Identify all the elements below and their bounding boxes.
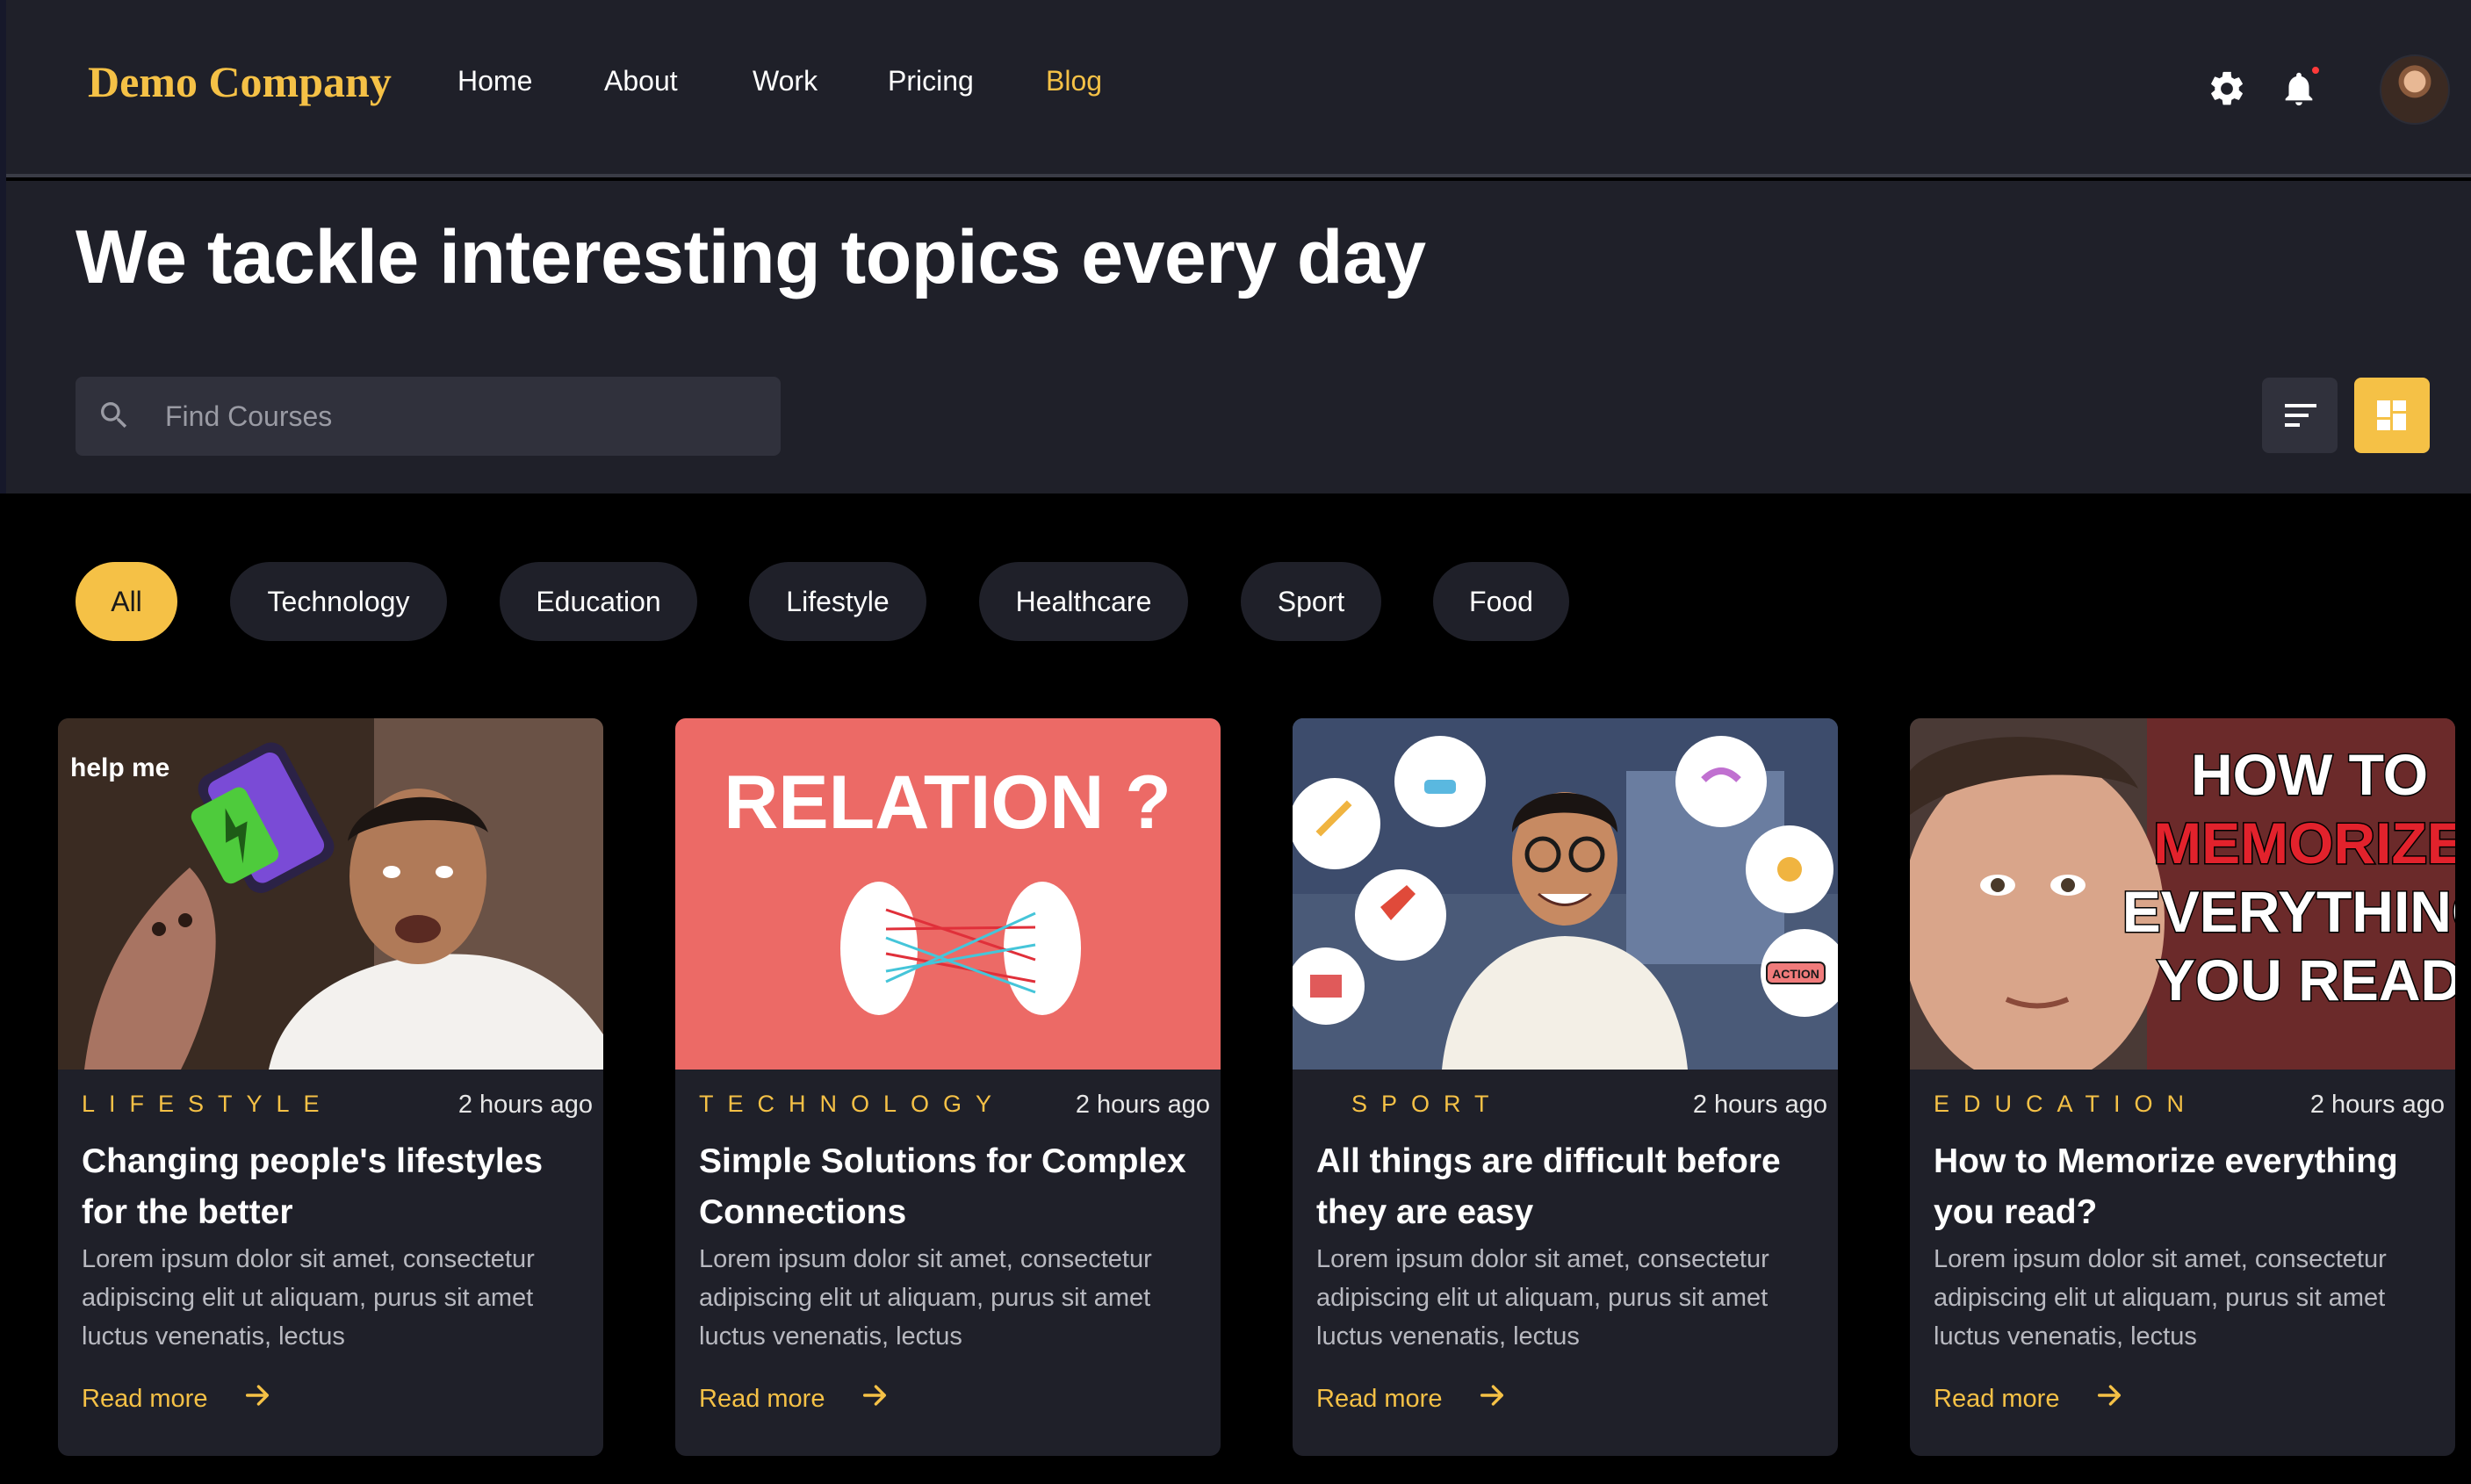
read-more-label: Read more <box>1316 1384 1443 1413</box>
read-more-link[interactable]: Read more <box>699 1380 890 1417</box>
card-title[interactable]: Simple Solutions for Complex Connections <box>699 1136 1208 1238</box>
brand-logo[interactable]: Demo Company <box>88 56 392 107</box>
card-excerpt: Lorem ipsum dolor sit amet, consectetur … <box>82 1245 535 1351</box>
card-title[interactable]: Changing people's lifestyles for the bet… <box>82 1136 591 1238</box>
card-thumbnail: RELATION ? <box>675 718 1221 1070</box>
filter-healthcare[interactable]: Healthcare <box>979 562 1188 641</box>
card-category: SPORT <box>1351 1091 1503 1117</box>
card-time: 2 hours ago <box>457 1091 593 1119</box>
search-input[interactable] <box>165 377 762 456</box>
filter-all[interactable]: All <box>76 562 177 641</box>
thumbnail-text: YOU READ <box>2157 947 2455 1012</box>
notification-badge <box>2310 65 2321 76</box>
read-more-link[interactable]: Read more <box>82 1380 272 1417</box>
blog-card[interactable]: help me LIFESTYLE 2 hours ago Changing p… <box>58 718 603 1456</box>
card-title[interactable]: How to Memorize everything you read? <box>1934 1136 2443 1238</box>
read-more-label: Read more <box>699 1384 825 1413</box>
thumbnail-text: EVERYTHING <box>2122 879 2455 944</box>
window-edge <box>0 0 6 493</box>
arrow-right-icon <box>2094 1380 2124 1417</box>
card-time: 2 hours ago <box>2309 1091 2445 1119</box>
filter-education[interactable]: Education <box>500 562 697 641</box>
avatar[interactable] <box>2380 54 2450 125</box>
thumbnail-text: RELATION ? <box>724 760 1171 845</box>
thumbnail-text: help me <box>70 753 169 782</box>
hero-section: We tackle interesting topics every day <box>6 181 2471 493</box>
grid-view-button[interactable] <box>2354 378 2430 453</box>
thumbnail-text: MEMORIZE <box>2153 810 2455 875</box>
card-title[interactable]: All things are difficult before they are… <box>1316 1136 1826 1238</box>
card-thumbnail: HOW TO MEMORIZE EVERYTHING YOU READ <box>1910 718 2455 1070</box>
gear-icon[interactable] <box>2207 68 2247 109</box>
read-more-label: Read more <box>1934 1384 2060 1413</box>
nav-pricing[interactable]: Pricing <box>888 65 974 97</box>
filter-lifestyle[interactable]: Lifestyle <box>749 562 926 641</box>
blog-card[interactable]: HOW TO MEMORIZE EVERYTHING YOU READ EDUC… <box>1910 718 2455 1456</box>
read-more-link[interactable]: Read more <box>1934 1380 2124 1417</box>
arrow-right-icon <box>1477 1380 1507 1417</box>
nav-work[interactable]: Work <box>753 65 818 97</box>
arrow-right-icon <box>860 1380 890 1417</box>
dashboard-icon <box>2377 400 2406 430</box>
top-navigation: Demo Company Home About Work Pricing Blo… <box>6 0 2471 177</box>
filter-food[interactable]: Food <box>1433 562 1569 641</box>
blog-card[interactable]: RELATION ? TECHNOLOGY 2 hours ago Simple… <box>675 718 1221 1456</box>
filter-technology[interactable]: Technology <box>230 562 447 641</box>
blog-card[interactable]: ACTION SPORT 2 hours ago All things are … <box>1293 718 1838 1456</box>
thumbnail-text: HOW TO <box>2191 742 2428 807</box>
sort-lines-icon <box>2285 404 2316 427</box>
search-icon <box>97 398 132 437</box>
read-more-link[interactable]: Read more <box>1316 1380 1507 1417</box>
list-view-button[interactable] <box>2262 378 2338 453</box>
card-time: 2 hours ago <box>1692 1091 1827 1119</box>
card-category: LIFESTYLE <box>82 1091 334 1117</box>
card-excerpt: Lorem ipsum dolor sit amet, consectetur … <box>1316 1245 1769 1351</box>
search-box <box>76 377 781 456</box>
thumbnail-text: ACTION <box>1772 967 1819 981</box>
bell-icon[interactable] <box>2279 65 2321 109</box>
card-excerpt: Lorem ipsum dolor sit amet, consectetur … <box>1934 1245 2387 1351</box>
read-more-label: Read more <box>82 1384 208 1413</box>
nav-about[interactable]: About <box>604 65 678 97</box>
arrow-right-icon <box>242 1380 272 1417</box>
card-thumbnail: help me <box>58 718 603 1070</box>
page-title: We tackle interesting topics every day <box>76 215 1426 299</box>
filter-sport[interactable]: Sport <box>1241 562 1381 641</box>
nav-home[interactable]: Home <box>457 65 532 97</box>
card-thumbnail: ACTION <box>1293 718 1838 1070</box>
card-excerpt: Lorem ipsum dolor sit amet, consectetur … <box>699 1245 1152 1351</box>
card-category: TECHNOLOGY <box>699 1091 1006 1117</box>
card-category: EDUCATION <box>1934 1091 2199 1117</box>
card-time: 2 hours ago <box>1075 1091 1210 1119</box>
nav-blog[interactable]: Blog <box>1046 65 1102 97</box>
